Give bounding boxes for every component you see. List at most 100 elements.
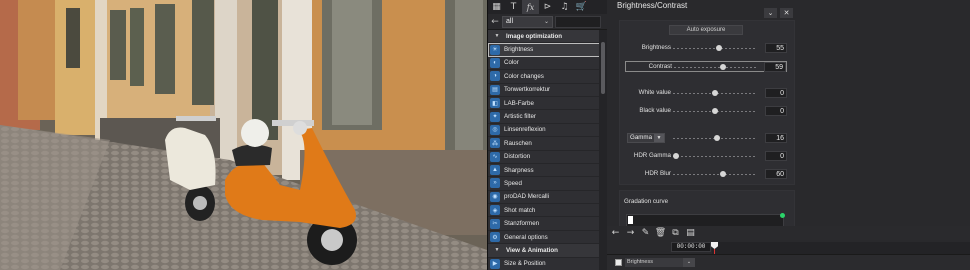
expand-triangle-icon[interactable]: ▼: [492, 247, 502, 253]
category-select-value: all: [506, 18, 514, 25]
effects-search-input[interactable]: [555, 15, 601, 28]
track-enable-checkbox[interactable]: [615, 259, 622, 266]
brightness-slider-handle[interactable]: [715, 45, 722, 51]
contrast-label: Contrast: [648, 63, 672, 70]
video-preview: [0, 0, 487, 270]
effects-list-item[interactable]: ☀ Brightness: [488, 43, 607, 57]
effects-category-header[interactable]: ▼ Image optimization: [488, 30, 607, 44]
gamma-value[interactable]: 16: [765, 133, 787, 143]
effect-thumbnail-icon: ⁂: [490, 138, 500, 149]
effect-thumbnail-icon: ◑: [490, 71, 500, 82]
redo-icon[interactable]: →: [624, 227, 637, 239]
scrollbar-thumb[interactable]: [601, 42, 605, 94]
copy-icon[interactable]: ⧉: [669, 227, 682, 239]
effects-list-label: proDAD Mercalli: [504, 193, 550, 201]
effect-thumbnail-icon: ▤: [490, 84, 500, 95]
transition-icon[interactable]: ⊳: [539, 0, 556, 14]
fx-icon[interactable]: fx: [522, 0, 539, 14]
effects-list-label: Rauschen: [504, 139, 532, 147]
playhead-handle[interactable]: [711, 242, 718, 249]
effects-list-item[interactable]: » Speed: [488, 177, 607, 191]
black-value-value[interactable]: 0: [765, 106, 787, 116]
music-icon[interactable]: ♫: [556, 0, 573, 14]
contrast-slider[interactable]: [674, 67, 756, 68]
effects-list-item[interactable]: ◎ Linsenreflexion: [488, 123, 607, 138]
effect-thumbnail-icon: ∿: [490, 151, 500, 162]
undo-icon[interactable]: ←: [609, 227, 622, 239]
curve-point-start[interactable]: [628, 216, 633, 224]
hdr-gamma-slider-handle[interactable]: [673, 153, 679, 159]
effects-list-item[interactable]: ◑ Color changes: [488, 70, 607, 84]
effect-thumbnail-icon: ◉: [490, 191, 500, 202]
back-arrow-icon[interactable]: ←: [488, 17, 502, 27]
effect-thumbnail-icon: ⚙: [490, 232, 500, 243]
effects-list-item[interactable]: ◐ Color: [488, 56, 607, 71]
timeline-track: Brightness ⌄: [607, 254, 970, 270]
effects-list-label: Speed: [504, 179, 522, 187]
effects-list-item[interactable]: ▲ Sharpness: [488, 163, 607, 178]
effects-list-label: View & Animation: [506, 246, 558, 254]
effect-thumbnail-icon: »: [490, 178, 500, 189]
hdr-blur-slider[interactable]: [673, 174, 757, 175]
gamma-row: 16: [625, 133, 787, 144]
effects-category-header[interactable]: ▼ View & Animation: [488, 244, 607, 258]
effects-list-label: Sharpness: [504, 166, 534, 174]
effects-list-label: Color: [504, 59, 519, 67]
trash-icon[interactable]: 🗑: [654, 227, 667, 239]
effects-list-item[interactable]: ⚙ General options: [488, 230, 607, 245]
hdr-gamma-value[interactable]: 0: [765, 151, 787, 161]
effects-list-label: LAB-Farbe: [504, 99, 534, 107]
paste-icon[interactable]: ▤: [684, 227, 697, 239]
preview-image: [0, 0, 487, 270]
magic-wand-icon[interactable]: ✎: [639, 227, 652, 239]
effects-list-label: Artistic filter: [504, 113, 536, 121]
effect-thumbnail-icon: ▶: [490, 258, 500, 269]
contrast-slider-handle[interactable]: [720, 64, 727, 70]
white-value-label: White value: [638, 89, 671, 96]
effects-list-item[interactable]: ▤ Tonwertkorrektur: [488, 83, 607, 97]
black-value-row: Black value 0: [625, 106, 787, 117]
hdr-blur-value[interactable]: 60: [765, 169, 787, 179]
category-select[interactable]: all ⌄: [502, 15, 553, 28]
effects-list: ▼ Image optimization ☀ Brightness ◐ Color ◑ Col…: [488, 30, 607, 270]
hdr-blur-row: HDR Blur 60: [625, 169, 787, 180]
brightness-value[interactable]: 55: [765, 43, 787, 53]
effects-list-label: Distortion: [504, 153, 531, 161]
timeline-toolbar: ← → ✎ 🗑 ⧉ ▤: [607, 226, 970, 240]
effects-list-item[interactable]: ▶ Size & Position: [488, 257, 607, 270]
white-value-slider-handle[interactable]: [712, 90, 718, 96]
hdr-gamma-slider[interactable]: [673, 156, 757, 157]
effects-list-item[interactable]: ✂ Stanzformen: [488, 217, 607, 231]
effects-list-item[interactable]: ✦ Artistic filter: [488, 110, 607, 124]
black-value-slider-handle[interactable]: [712, 108, 718, 114]
effect-thumbnail-icon: ◎: [490, 124, 500, 135]
contrast-value[interactable]: 59: [764, 62, 786, 72]
curve-point-end[interactable]: [780, 213, 785, 218]
brightness-slider[interactable]: [673, 48, 757, 49]
effects-list-item[interactable]: ◈ Shot match: [488, 204, 607, 218]
collapse-icon[interactable]: ⌄: [764, 8, 777, 18]
effects-list-item[interactable]: ◉ proDAD Mercalli: [488, 190, 607, 205]
gamma-slider-handle[interactable]: [713, 135, 720, 141]
effects-list-label: Shot match: [504, 206, 536, 214]
effects-toolbar: ▦ T fx ⊳ ♫ 🛒: [488, 0, 607, 14]
cart-icon[interactable]: 🛒: [573, 0, 590, 14]
timeline-ruler[interactable]: [712, 242, 970, 254]
auto-exposure-button[interactable]: Auto exposure: [669, 25, 743, 35]
text-icon[interactable]: T: [505, 0, 522, 14]
effects-filter-bar: ← all ⌄: [488, 14, 607, 30]
effect-thumbnail-icon: ▲: [490, 165, 500, 176]
white-value-value[interactable]: 0: [765, 88, 787, 98]
effects-list-item[interactable]: ∿ Distortion: [488, 150, 607, 164]
expand-triangle-icon[interactable]: ▼: [492, 33, 502, 39]
effects-list-label: Brightness: [504, 46, 534, 54]
hdr-blur-slider-handle[interactable]: [719, 171, 726, 177]
timecode-display[interactable]: 00:00:00: [671, 242, 711, 252]
effects-scrollbar[interactable]: [599, 30, 607, 270]
brightness-row: Brightness 55: [625, 43, 787, 54]
close-icon[interactable]: ✕: [780, 8, 793, 18]
effects-list-item[interactable]: ⁂ Rauschen: [488, 137, 607, 151]
chevron-down-icon[interactable]: ⌄: [683, 258, 695, 267]
effects-list-item[interactable]: ◧ LAB-Farbe: [488, 96, 607, 111]
grid-icon[interactable]: ▦: [488, 0, 505, 14]
